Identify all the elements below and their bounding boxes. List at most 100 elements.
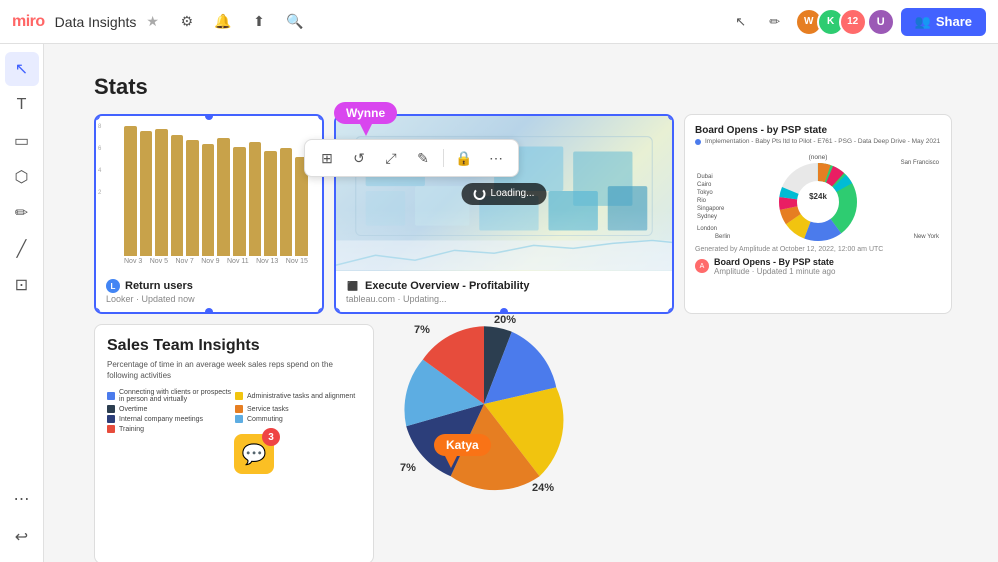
sales-title: Sales Team Insights — [107, 337, 361, 355]
pie-chart-container: 20% 7% 7% 24% — [384, 304, 584, 504]
sales-subtitle: Percentage of time in an average week sa… — [107, 359, 361, 381]
brush-tool-icon[interactable]: ✏ — [761, 8, 789, 36]
chat-count-badge: 3 — [262, 428, 280, 446]
cursor-tool-icon[interactable]: ↖ — [727, 8, 755, 36]
legend-label-5: Internal company meetings — [119, 416, 203, 423]
bottom-section: Sales Team Insights Percentage of time i… — [94, 324, 994, 562]
bar-4 — [171, 135, 184, 256]
legend-color-4 — [235, 405, 243, 413]
bar-7 — [217, 138, 230, 256]
return-users-sub: Looker · Updated now — [106, 294, 312, 304]
city-tokyo: Tokyo — [697, 190, 713, 196]
legend-label-1: Connecting with clients or prospects in … — [119, 389, 233, 403]
user-avatar[interactable]: U — [867, 8, 895, 36]
edit-icon[interactable]: ✎ — [411, 146, 435, 170]
pen-tool[interactable]: ✏ — [5, 196, 39, 230]
handle-tl[interactable] — [94, 114, 100, 120]
legend-item-5: Internal company meetings — [107, 415, 233, 423]
y-axis: 8 6 4 2 — [98, 124, 101, 212]
city-sydney: Sydney — [697, 214, 717, 220]
bell-icon[interactable]: 🔔 — [209, 8, 237, 36]
donut-svg: $24k — [758, 152, 878, 242]
topbar-tools: ⚙ 🔔 ⬆ 🔍 — [173, 8, 309, 36]
bar-11 — [280, 148, 293, 256]
board-opens-title: Board Opens - by PSP state — [695, 125, 941, 136]
undo-tool[interactable]: ↩ — [5, 520, 39, 554]
avatar-group: W K 12 — [795, 8, 867, 36]
chart-labels: Nov 3 Nov 5 Nov 7 Nov 9 Nov 11 Nov 13 No… — [120, 258, 312, 265]
more-tools[interactable]: ⋯ — [5, 482, 39, 516]
star-icon[interactable]: ★ — [146, 13, 159, 30]
embed-icon[interactable]: ⊞ — [315, 146, 339, 170]
legend-item-3: Overtime — [107, 405, 233, 413]
city-singapore: Singapore — [697, 206, 724, 212]
bo-legend-text: Implementation - Baby Pts ltd to Pilot -… — [705, 138, 940, 146]
board-title[interactable]: Data Insights — [55, 14, 137, 30]
refresh-icon[interactable]: ↺ — [347, 146, 371, 170]
label-4: Nov 9 — [201, 258, 219, 265]
label-5: Nov 11 — [227, 258, 249, 265]
more-icon[interactable]: ⋯ — [484, 146, 508, 170]
legend-item-1: Connecting with clients or prospects in … — [107, 389, 233, 403]
sticky-tool[interactable]: ▭ — [5, 124, 39, 158]
legend-item-7: Training — [107, 425, 233, 433]
handle-bl[interactable] — [94, 308, 100, 314]
stats-section: Stats 8 6 4 2 — [94, 74, 994, 314]
chat-icon[interactable]: 💬 3 — [234, 434, 274, 474]
select-tool[interactable]: ↖ — [5, 52, 39, 86]
line-tool[interactable]: ╱ — [5, 232, 39, 266]
handle-br[interactable] — [668, 308, 674, 314]
bar-3 — [155, 129, 168, 256]
legend-color-3 — [107, 405, 115, 413]
legend-label-6: Commuting — [247, 416, 283, 423]
tableau-sub: tableau.com · Updating... — [346, 294, 662, 304]
bar-10 — [264, 151, 277, 256]
legend-color-6 — [235, 415, 243, 423]
label-7: Nov 15 — [286, 258, 308, 265]
lock-icon[interactable]: 🔒 — [452, 146, 476, 170]
bo-legend: Implementation - Baby Pts ltd to Pilot -… — [695, 138, 941, 146]
canvas: Stats 8 6 4 2 — [44, 44, 998, 562]
wynne-label: Wynne — [334, 102, 397, 124]
gear-icon[interactable]: ⚙ — [173, 8, 201, 36]
text-tool[interactable]: T — [5, 88, 39, 122]
share-button[interactable]: 👥 Share — [901, 8, 986, 36]
city-london: London — [697, 226, 717, 232]
label-3: Nov 7 — [176, 258, 194, 265]
legend-color-7 — [107, 425, 115, 433]
legend-item-6: Commuting — [235, 415, 361, 423]
svg-text:$24k: $24k — [809, 192, 827, 201]
frame-tool[interactable]: ⊡ — [5, 268, 39, 302]
katya-label: Katya — [434, 434, 491, 456]
city-berlin: Berlin — [715, 234, 730, 240]
handle-tr[interactable] — [318, 114, 324, 120]
topbar-right: ↖ ✏ W K 12 U 👥 Share — [727, 8, 986, 36]
shape-tool[interactable]: ⬡ — [5, 160, 39, 194]
city-rio: Rio — [697, 198, 706, 204]
chat-bubble-widget[interactable]: 💬 3 — [234, 434, 274, 474]
bo-footer-title: Board Opens - By PSP state — [714, 257, 835, 267]
return-users-title: L Return users — [106, 279, 312, 293]
sel-dot-bottom — [205, 308, 213, 314]
tableau-title: ⬛ Execute Overview - Profitability — [346, 279, 662, 293]
loading-badge: Loading... — [462, 183, 547, 205]
looker-icon: L — [106, 279, 120, 293]
floating-toolbar: ⊞ ↺ ⤢ ✎ 🔒 ⋯ — [304, 139, 519, 177]
legend-label-3: Overtime — [119, 406, 147, 413]
handle-br[interactable] — [318, 308, 324, 314]
handle-tr[interactable] — [668, 114, 674, 120]
upload-icon[interactable]: ⬆ — [245, 8, 273, 36]
tableau-icon: ⬛ — [346, 279, 360, 293]
donut-container: $24k (none) San Francisco Dubai Cairo To… — [695, 152, 941, 242]
expand-icon[interactable]: ⤢ — [379, 146, 403, 170]
legend-dot-1 — [695, 139, 701, 145]
bar-6 — [202, 144, 215, 256]
topbar: miro Data Insights ★ ⚙ 🔔 ⬆ 🔍 ↖ ✏ W K 12 … — [0, 0, 998, 44]
legend-item-4: Service tasks — [235, 405, 361, 413]
search-icon[interactable]: 🔍 — [281, 8, 309, 36]
city-ny: New York — [914, 234, 939, 240]
avatar-count[interactable]: 12 — [839, 8, 867, 36]
legend-item-2: Administrative tasks and alignment — [235, 389, 361, 403]
handle-bl[interactable] — [334, 308, 340, 314]
return-users-card: 8 6 4 2 — [94, 114, 324, 314]
